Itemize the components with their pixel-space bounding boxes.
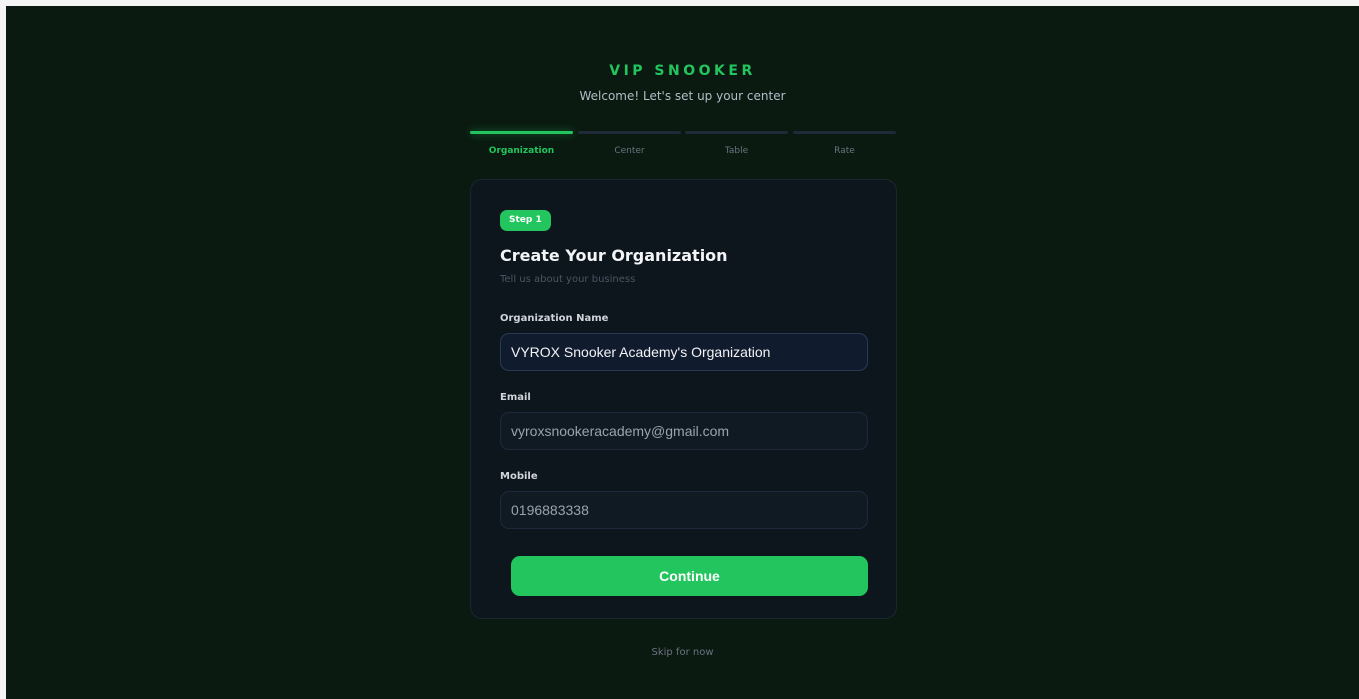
welcome-text: Welcome! Let's set up your center <box>579 89 786 103</box>
form-title: Create Your Organization <box>500 246 728 265</box>
mobile-label: Mobile <box>500 471 538 482</box>
step-progress-bar <box>685 131 788 134</box>
organization-form-card: Step 1 Create Your Organization Tell us … <box>470 179 897 619</box>
step-label: Organization <box>488 146 555 156</box>
continue-button[interactable]: Continue <box>511 556 868 596</box>
mobile-input[interactable] <box>500 491 868 529</box>
step-table[interactable]: Table <box>685 131 788 156</box>
organization-name-label: Organization Name <box>500 313 609 324</box>
step-progress-bar <box>470 131 573 134</box>
step-label: Rate <box>834 146 855 156</box>
organization-name-input[interactable] <box>500 333 868 371</box>
email-input[interactable] <box>500 412 868 450</box>
step-label: Center <box>614 146 645 156</box>
step-organization[interactable]: Organization <box>470 131 573 156</box>
email-label: Email <box>500 392 531 403</box>
step-label: Table <box>724 146 749 156</box>
skip-link[interactable]: Skip for now <box>6 647 1359 658</box>
brand-title: VIP SNOOKER <box>609 63 756 79</box>
step-center[interactable]: Center <box>578 131 681 156</box>
step-progress-bar <box>793 131 896 134</box>
step-badge: Step 1 <box>500 210 551 231</box>
app-viewport: VIP SNOOKER Welcome! Let's set up your c… <box>6 6 1359 699</box>
step-rate[interactable]: Rate <box>793 131 896 156</box>
form-subtitle: Tell us about your business <box>500 274 636 285</box>
step-progress-bar <box>578 131 681 134</box>
setup-stepper: Organization Center Table Rate <box>470 131 897 161</box>
